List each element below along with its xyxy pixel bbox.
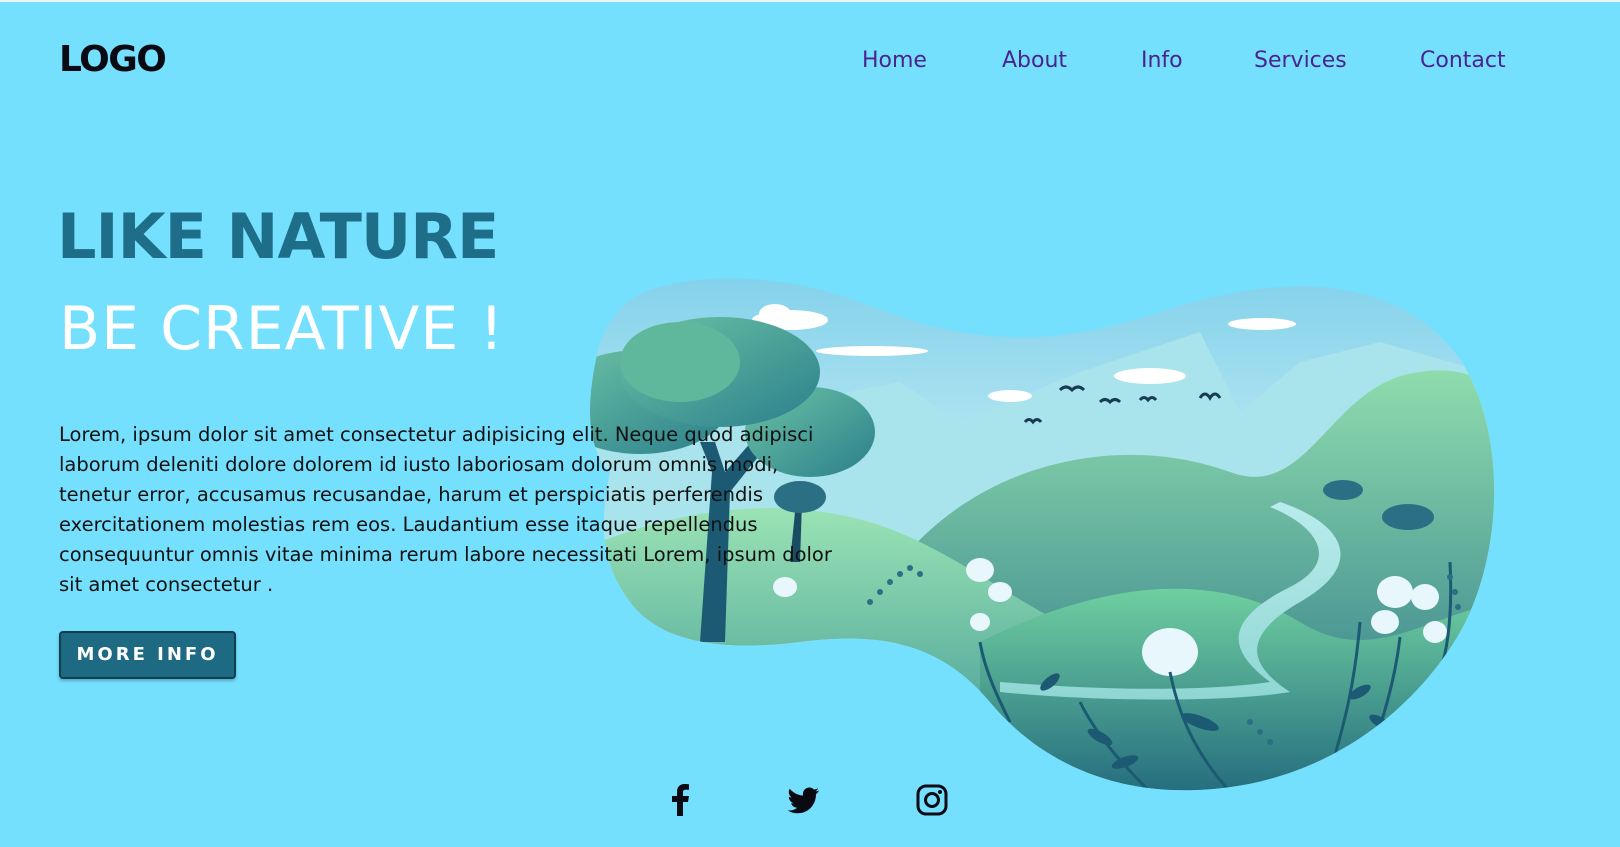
nav-home-link[interactable]: Home [862, 48, 927, 73]
nav-contact-link[interactable]: Contact [1420, 48, 1506, 73]
instagram-icon[interactable] [915, 783, 949, 817]
twitter-icon[interactable] [787, 783, 821, 817]
facebook-icon[interactable] [664, 783, 698, 817]
hero-title: LIKE NATURE [57, 200, 499, 273]
more-info-button[interactable]: MORE INFO [59, 631, 236, 679]
main-nav: Home About Info Services Contact [0, 48, 1620, 78]
nav-info-link[interactable]: Info [1141, 48, 1183, 73]
hero-description: Lorem, ipsum dolor sit amet consectetur … [59, 423, 832, 596]
nav-services-link[interactable]: Services [1254, 48, 1347, 73]
hero-subtitle: BE CREATIVE ! [59, 294, 505, 364]
nav-about-link[interactable]: About [1002, 48, 1067, 73]
